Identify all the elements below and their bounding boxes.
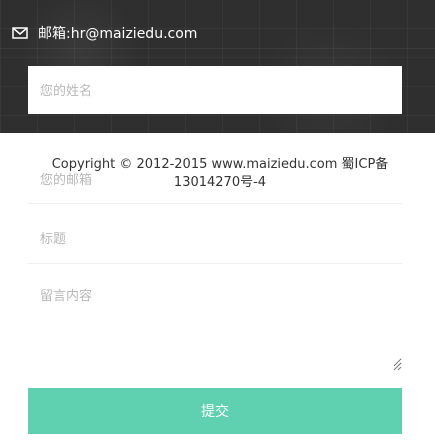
resize-grip-icon[interactable]: [392, 356, 402, 371]
title-input[interactable]: [28, 214, 402, 264]
contact-email-text: 邮箱:hr@maiziedu.com: [38, 26, 198, 42]
name-input[interactable]: [28, 66, 402, 114]
copyright-text: Copyright © 2012-2015 www.maiziedu.com 蜀…: [51, 157, 389, 190]
message-textarea[interactable]: [28, 279, 402, 367]
header-divider: [0, 48, 435, 49]
submit-button[interactable]: 提交: [28, 388, 402, 434]
mail-icon: [12, 26, 28, 40]
contact-email-row: 邮箱:hr@maiziedu.com: [12, 24, 197, 42]
